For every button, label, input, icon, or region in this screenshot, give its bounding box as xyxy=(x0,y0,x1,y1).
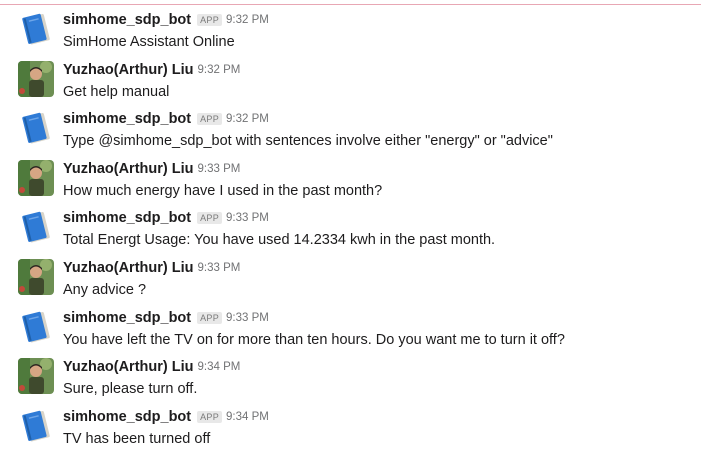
timestamp[interactable]: 9:33 PM xyxy=(226,212,269,224)
message-text: Sure, please turn off. xyxy=(63,381,198,398)
sender-name[interactable]: simhome_sdp_bot xyxy=(63,409,191,425)
sender-name[interactable]: simhome_sdp_bot xyxy=(63,310,191,326)
message-text: Get help manual xyxy=(63,83,170,100)
message-text: How much energy have I used in the past … xyxy=(63,182,383,199)
timestamp[interactable]: 9:33 PM xyxy=(198,163,241,175)
message-feed[interactable]: simhome_sdp_bot APP 9:32 PM SimHome Assist… xyxy=(0,9,701,455)
app-badge: APP xyxy=(197,410,223,423)
message-bot: simhome_sdp_bot APP 9:32 PM Type @simhome_… xyxy=(0,108,701,158)
sender-name[interactable]: Yuzhao(Arthur) Liu xyxy=(63,62,194,78)
notebook-icon[interactable] xyxy=(18,110,54,146)
message-text: SimHome Assistant Online xyxy=(63,34,235,50)
message-text: You have left the TV on for more than te… xyxy=(63,331,565,348)
timestamp[interactable]: 9:32 PM xyxy=(226,113,269,125)
sender-name[interactable]: Yuzhao(Arthur) Liu xyxy=(63,359,194,375)
timestamp[interactable]: 9:32 PM xyxy=(226,14,269,26)
notebook-icon[interactable] xyxy=(18,408,54,444)
timestamp[interactable]: 9:34 PM xyxy=(226,411,269,423)
message-text: Any advice ? xyxy=(63,281,147,298)
timestamp[interactable]: 9:33 PM xyxy=(226,312,269,324)
top-divider xyxy=(0,4,701,5)
message-user: Yuzhao(Arthur) Liu 9:32 PM Get help manua… xyxy=(0,59,701,109)
sender-name[interactable]: Yuzhao(Arthur) Liu xyxy=(63,161,194,177)
user-avatar[interactable] xyxy=(18,358,54,395)
timestamp[interactable]: 9:34 PM xyxy=(198,361,241,373)
message-bot: simhome_sdp_bot APP 9:32 PM SimHome Assist… xyxy=(0,9,701,59)
message-bot: simhome_sdp_bot APP 9:33 PM You have left … xyxy=(0,307,701,357)
app-badge: APP xyxy=(197,113,223,126)
timestamp[interactable]: 9:32 PM xyxy=(198,64,241,76)
user-avatar[interactable] xyxy=(18,258,54,295)
notebook-icon[interactable] xyxy=(18,209,54,245)
message-text: TV has been turned off xyxy=(63,430,211,447)
notebook-icon[interactable] xyxy=(18,11,54,47)
sender-name[interactable]: simhome_sdp_bot xyxy=(63,111,191,127)
message-user: Yuzhao(Arthur) Liu 9:33 PM Any advice ? xyxy=(0,257,701,307)
app-badge: APP xyxy=(197,14,223,26)
message-text: Total Energt Usage: You have used 14.233… xyxy=(63,232,496,249)
user-avatar[interactable] xyxy=(18,60,54,97)
message-user: Yuzhao(Arthur) Liu 9:33 PM How much energ… xyxy=(0,158,701,208)
notebook-icon[interactable] xyxy=(18,309,54,345)
sender-name[interactable]: Yuzhao(Arthur) Liu xyxy=(63,260,194,276)
sender-name[interactable]: simhome_sdp_bot xyxy=(63,210,191,226)
app-badge: APP xyxy=(197,311,223,324)
message-text: Type @simhome_sdp_bot with sentences inv… xyxy=(63,133,553,150)
message-user: Yuzhao(Arthur) Liu 9:34 PM Sure, please t… xyxy=(0,356,701,406)
user-avatar[interactable] xyxy=(18,159,54,196)
message-bot: simhome_sdp_bot APP 9:33 PM Total Energt U… xyxy=(0,207,701,257)
timestamp[interactable]: 9:33 PM xyxy=(198,262,241,274)
sender-name[interactable]: simhome_sdp_bot xyxy=(63,12,191,28)
app-badge: APP xyxy=(197,212,223,225)
